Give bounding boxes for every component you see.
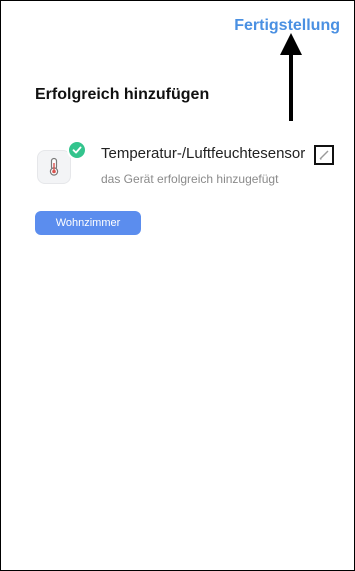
device-icon-group <box>37 140 87 190</box>
device-status: das Gerät erfolgreich hinzugefügt <box>101 172 279 186</box>
arrow-up-icon <box>280 33 302 121</box>
room-chip[interactable]: Wohnzimmer <box>35 211 141 235</box>
page-title: Erfolgreich hinzufügen <box>35 86 210 103</box>
device-name: Temperatur-/Luftfeuchtesensor <box>101 145 306 162</box>
edit-name-button[interactable] <box>314 145 334 165</box>
thermometer-icon <box>37 150 71 184</box>
check-icon <box>67 140 87 160</box>
app-screen: Fertigstellung Erfolgreich hinzufügen Te… <box>0 0 355 571</box>
pencil-icon <box>319 150 329 160</box>
